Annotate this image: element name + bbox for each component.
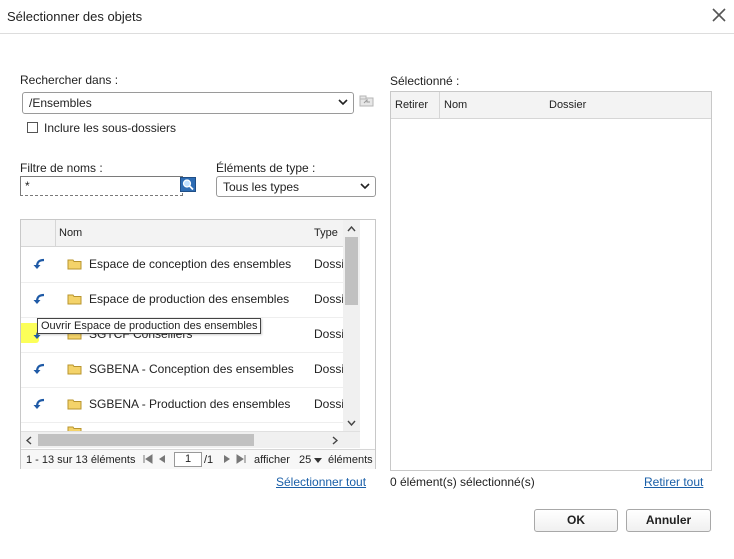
items-label: éléments — [328, 454, 373, 466]
dialog-title-bar: Sélectionner des objets — [0, 0, 734, 34]
objects-grid-header: Nom Type — [21, 220, 343, 247]
include-subfolders-checkbox[interactable] — [27, 122, 38, 133]
row-name: SGBENA - Production des ensembles — [89, 397, 291, 411]
column-header-name[interactable]: Nom — [59, 227, 82, 239]
column-header-remove[interactable]: Retirer — [395, 99, 428, 111]
open-folder-arrow-icon[interactable] — [32, 363, 46, 375]
last-page-icon[interactable] — [236, 454, 246, 464]
prev-page-icon[interactable] — [158, 454, 166, 464]
search-icon[interactable] — [180, 177, 196, 192]
page-number-input[interactable]: 1 — [174, 452, 202, 467]
folder-icon — [67, 364, 82, 375]
objects-grid: Nom Type Espace de conception des ensemb… — [20, 219, 376, 469]
row-type: Dossi — [314, 397, 343, 411]
name-filter-label: Filtre de noms : — [20, 161, 103, 175]
open-folder-arrow-icon[interactable] — [32, 293, 46, 305]
page-size-select[interactable]: 25 — [299, 454, 311, 466]
search-in-value: /Ensembles — [29, 96, 92, 110]
ok-button[interactable]: OK — [534, 509, 618, 532]
scroll-up-icon[interactable] — [347, 226, 356, 232]
search-in-select[interactable]: /Ensembles — [22, 92, 354, 114]
selected-label: Sélectionné : — [390, 74, 460, 88]
show-label: afficher — [254, 454, 290, 466]
pager-range: 1 - 13 sur 13 éléments — [26, 454, 136, 466]
scroll-left-icon[interactable] — [26, 436, 32, 445]
select-all-link[interactable]: Sélectionner tout — [276, 475, 366, 489]
cancel-button[interactable]: Annuler — [626, 509, 711, 532]
row-type: Dossi — [314, 257, 343, 271]
search-in-label: Rechercher dans : — [20, 73, 119, 87]
row-name: SGBENA - Conception des ensembles — [89, 362, 294, 376]
scroll-down-icon[interactable] — [347, 420, 356, 426]
selected-grid: Retirer Nom Dossier — [390, 91, 712, 471]
scroll-right-icon[interactable] — [332, 436, 338, 445]
row-type: Dossi — [314, 327, 343, 341]
type-filter-select[interactable]: Tous les types — [216, 176, 376, 197]
column-header-type[interactable]: Type — [314, 227, 338, 239]
table-row[interactable]: SGBENA - Conception des ensembles Dossi — [21, 352, 343, 388]
vertical-scroll-thumb[interactable] — [345, 237, 358, 305]
horizontal-scroll-thumb[interactable] — [38, 434, 254, 446]
open-folder-arrow-icon[interactable] — [32, 258, 46, 270]
table-row[interactable]: SGBENA - Production des ensembles Dossi — [21, 387, 343, 423]
page-total: /1 — [204, 454, 214, 466]
vertical-scrollbar[interactable] — [343, 220, 360, 431]
open-folder-arrow-icon[interactable] — [32, 398, 46, 410]
name-filter-value: * — [25, 179, 30, 193]
selected-grid-header: Retirer Nom Dossier — [391, 92, 711, 119]
pager: 1 - 13 sur 13 éléments 1 /1 afficher 25 … — [21, 449, 375, 469]
row-name: Espace de conception des ensembles — [89, 257, 292, 271]
column-header-folder[interactable]: Dossier — [549, 99, 586, 111]
remove-all-link[interactable]: Retirer tout — [644, 475, 703, 489]
type-filter-label: Éléments de type : — [216, 161, 316, 175]
column-header-name[interactable]: Nom — [444, 99, 467, 111]
table-row[interactable]: Espace de conception des ensembles Dossi — [21, 247, 343, 283]
objects-grid-body: Espace de conception des ensembles Dossi… — [21, 247, 343, 431]
close-icon[interactable] — [709, 5, 729, 25]
row-type: Dossi — [314, 292, 343, 306]
row-tooltip: Ouvrir Espace de production des ensemble… — [37, 318, 262, 334]
chevron-down-icon — [360, 183, 370, 190]
next-page-icon[interactable] — [223, 454, 231, 464]
dialog-title: Sélectionner des objets — [7, 9, 143, 24]
folder-icon — [67, 399, 82, 410]
table-row-partial — [21, 422, 343, 431]
name-filter-input[interactable]: * — [20, 176, 183, 196]
horizontal-scrollbar[interactable] — [21, 431, 360, 448]
row-type: Dossi — [314, 362, 343, 376]
caret-down-icon[interactable] — [314, 458, 322, 463]
chevron-down-icon — [338, 99, 348, 106]
parent-folder-icon[interactable] — [359, 95, 374, 107]
table-row[interactable]: Espace de production des ensembles Dossi — [21, 282, 343, 318]
folder-icon — [67, 294, 82, 305]
include-subfolders-label: Inclure les sous-dossiers — [44, 121, 177, 135]
folder-icon — [67, 259, 82, 270]
selected-count: 0 élément(s) sélectionné(s) — [390, 475, 535, 489]
first-page-icon[interactable] — [143, 454, 153, 464]
row-name: Espace de production des ensembles — [89, 292, 290, 306]
type-filter-value: Tous les types — [223, 180, 300, 194]
